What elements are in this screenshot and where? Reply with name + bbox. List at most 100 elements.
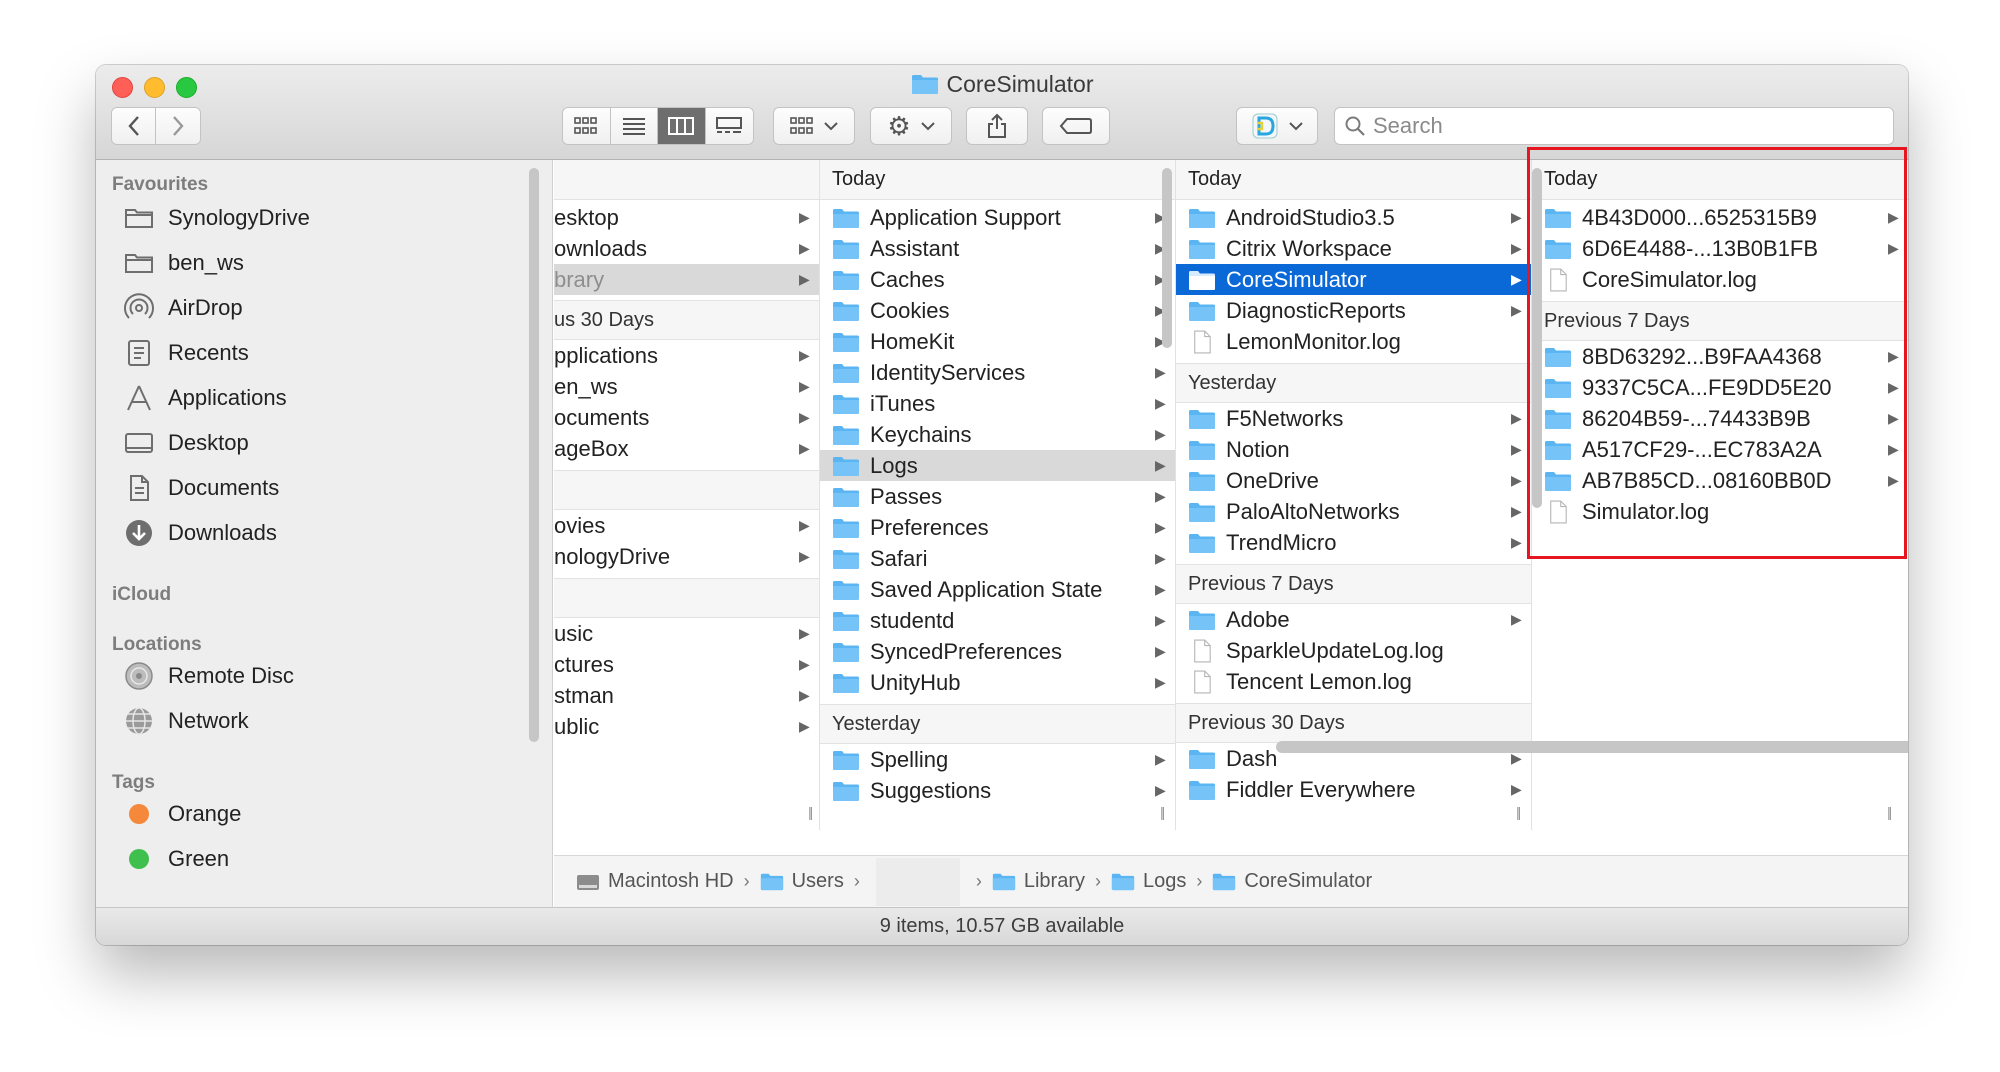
sidebar-tag-orange[interactable]: Orange — [122, 794, 241, 834]
sidebar-item-recents[interactable]: Recents — [122, 333, 249, 373]
sidebar-item-airdrop[interactable]: AirDrop — [122, 288, 243, 328]
finder-window: CoreSimulator ⚙ Search Favourites Synolo… — [96, 65, 1908, 945]
path-item-logs[interactable]: Logs — [1111, 870, 1186, 893]
file-icon — [1192, 639, 1212, 663]
list-item[interactable]: ublic ▶ — [554, 711, 819, 742]
list-item[interactable]: CoreSimulator.log — [1532, 264, 1908, 295]
list-item[interactable]: Preferences ▶ — [820, 512, 1175, 543]
list-item[interactable]: Fiddler Everywhere ▶ — [1176, 774, 1531, 805]
list-item[interactable]: UnityHub ▶ — [820, 667, 1175, 698]
group-header: Yesterday — [820, 704, 1175, 744]
path-item-macintosh-hd[interactable]: Macintosh HD — [576, 870, 734, 893]
list-item[interactable]: iTunes ▶ — [820, 388, 1175, 419]
disclosure-arrow-icon: ▶ — [1155, 581, 1166, 597]
list-item[interactable]: Citrix Workspace ▶ — [1176, 233, 1531, 264]
list-item[interactable]: Spelling ▶ — [820, 744, 1175, 775]
list-item[interactable]: CoreSimulator ▶ — [1176, 264, 1531, 295]
sidebar-item-network[interactable]: Network — [122, 701, 249, 741]
list-item[interactable]: nologyDrive ▶ — [554, 541, 819, 572]
list-item[interactable]: Tencent Lemon.log — [1176, 666, 1531, 697]
sidebar-scrollbar[interactable] — [529, 168, 539, 742]
list-item[interactable]: Suggestions ▶ — [820, 775, 1175, 806]
group-header — [554, 470, 819, 510]
list-item-selected[interactable]: brary ▶ — [554, 264, 819, 295]
list-item[interactable]: AndroidStudio3.5 ▶ — [1176, 202, 1531, 233]
list-view-button[interactable] — [610, 108, 658, 144]
list-item[interactable]: 86204B59-...74433B9B ▶ — [1532, 403, 1908, 434]
sidebar-tag-green[interactable]: Green — [122, 839, 229, 879]
list-item[interactable]: esktop ▶ — [554, 202, 819, 233]
list-item[interactable]: Simulator.log — [1532, 496, 1908, 527]
icon-view-button[interactable] — [563, 108, 611, 144]
list-item[interactable]: Logs ▶ — [820, 450, 1175, 481]
list-item[interactable]: LemonMonitor.log — [1176, 326, 1531, 357]
view-mode-selector — [562, 107, 754, 145]
list-item[interactable]: 4B43D000...6525315B9 ▶ — [1532, 202, 1908, 233]
list-item[interactable]: 8BD63292...B9FAA4368 ▶ — [1532, 341, 1908, 372]
list-item[interactable]: Application Support ▶ — [820, 202, 1175, 233]
action-menu-button[interactable]: ⚙ — [870, 107, 952, 145]
list-item[interactable]: pplications ▶ — [554, 340, 819, 371]
list-item[interactable]: Passes ▶ — [820, 481, 1175, 512]
list-item[interactable]: Notion ▶ — [1176, 434, 1531, 465]
list-item[interactable]: stman ▶ — [554, 680, 819, 711]
search-input[interactable] — [1373, 113, 1853, 139]
list-item[interactable]: Assistant ▶ — [820, 233, 1175, 264]
list-item[interactable]: A517CF29-...EC783A2A ▶ — [1532, 434, 1908, 465]
edit-tags-button[interactable] — [1042, 107, 1110, 145]
column-resize-handle[interactable]: || — [1516, 804, 1521, 820]
sidebar-item-remote-disc[interactable]: Remote Disc — [122, 656, 294, 696]
list-item[interactable]: 6D6E4488-...13B0B1FB ▶ — [1532, 233, 1908, 264]
horizontal-scrollbar[interactable] — [1276, 741, 1908, 753]
column-resize-handle[interactable]: || — [1160, 804, 1165, 820]
list-item[interactable]: 9337C5CA...FE9DD5E20 ▶ — [1532, 372, 1908, 403]
list-item[interactable]: HomeKit ▶ — [820, 326, 1175, 357]
search-field[interactable] — [1334, 107, 1894, 145]
sidebar-item-applications[interactable]: Applications — [122, 378, 287, 418]
disclosure-arrow-icon: ▶ — [1511, 302, 1522, 318]
sidebar-item-downloads[interactable]: Downloads — [122, 513, 277, 553]
list-item[interactable]: ovies ▶ — [554, 510, 819, 541]
list-item[interactable]: ocuments ▶ — [554, 402, 819, 433]
back-button[interactable] — [112, 108, 157, 144]
list-item[interactable]: DiagnosticReports ▶ — [1176, 295, 1531, 326]
column-resize-handle[interactable]: || — [1887, 804, 1892, 820]
app-extension-button[interactable] — [1236, 107, 1318, 145]
sidebar-item-desktop[interactable]: Desktop — [122, 423, 249, 463]
list-item[interactable]: studentd ▶ — [820, 605, 1175, 636]
documents-icon — [130, 475, 149, 501]
column-resize-handle[interactable]: || — [808, 804, 813, 820]
list-item[interactable]: Saved Application State ▶ — [820, 574, 1175, 605]
list-item[interactable]: Caches ▶ — [820, 264, 1175, 295]
sidebar-item-documents[interactable]: Documents — [122, 468, 279, 508]
group-by-button[interactable] — [773, 107, 855, 145]
list-item[interactable]: SparkleUpdateLog.log — [1176, 635, 1531, 666]
list-item[interactable]: Safari ▶ — [820, 543, 1175, 574]
path-item-users[interactable]: Users — [760, 870, 844, 893]
column-scrollbar[interactable] — [1532, 168, 1542, 508]
sidebar-item-synologydrive[interactable]: SynologyDrive — [122, 198, 310, 238]
column-view-button[interactable] — [658, 108, 706, 144]
share-button[interactable] — [966, 107, 1028, 145]
list-item[interactable]: SyncedPreferences ▶ — [820, 636, 1175, 667]
path-item-library[interactable]: Library — [992, 870, 1085, 893]
forward-button[interactable] — [156, 108, 200, 144]
list-item[interactable]: ownloads ▶ — [554, 233, 819, 264]
list-item[interactable]: OneDrive ▶ — [1176, 465, 1531, 496]
gallery-view-button[interactable] — [705, 108, 753, 144]
list-item[interactable]: ctures ▶ — [554, 649, 819, 680]
list-item[interactable]: Keychains ▶ — [820, 419, 1175, 450]
list-item[interactable]: PaloAltoNetworks ▶ — [1176, 496, 1531, 527]
list-item[interactable]: F5Networks ▶ — [1176, 403, 1531, 434]
sidebar-item-ben-ws[interactable]: ben_ws — [122, 243, 244, 283]
list-item[interactable]: ageBox ▶ — [554, 433, 819, 464]
column-scrollbar[interactable] — [1162, 168, 1172, 348]
list-item[interactable]: en_ws ▶ — [554, 371, 819, 402]
list-item[interactable]: usic ▶ — [554, 618, 819, 649]
list-item[interactable]: IdentityServices ▶ — [820, 357, 1175, 388]
list-item[interactable]: Adobe ▶ — [1176, 604, 1531, 635]
list-item[interactable]: Cookies ▶ — [820, 295, 1175, 326]
path-item-coresimulator[interactable]: CoreSimulator — [1212, 870, 1372, 893]
list-item[interactable]: TrendMicro ▶ — [1176, 527, 1531, 558]
list-item[interactable]: AB7B85CD...08160BB0D ▶ — [1532, 465, 1908, 496]
